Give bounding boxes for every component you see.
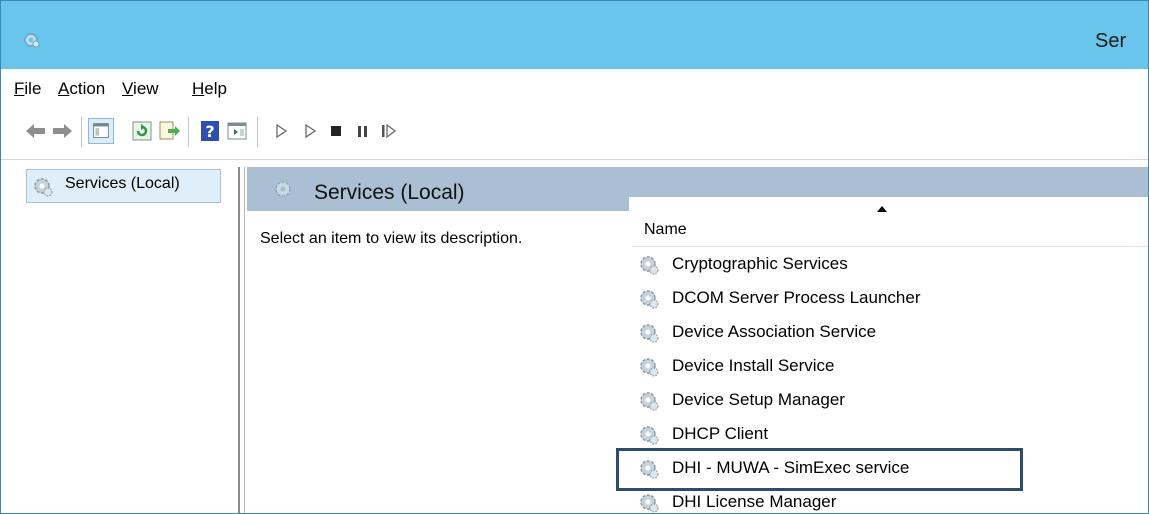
service-row[interactable]: Device Install Service <box>634 350 1144 384</box>
detail-title: Services (Local) <box>314 181 465 204</box>
service-name: Device Install Service <box>672 356 835 375</box>
service-row[interactable]: Cryptographic Services <box>634 248 1144 282</box>
column-header-name[interactable] <box>632 215 1148 247</box>
pane-divider <box>244 167 245 513</box>
help-icon[interactable]: ? <box>197 118 223 144</box>
service-name: Cryptographic Services <box>672 254 848 273</box>
service-row[interactable]: Device Setup Manager <box>634 384 1144 418</box>
refresh-icon[interactable] <box>129 118 155 144</box>
service-name: DHI License Manager <box>672 492 837 511</box>
properties-pane-icon[interactable] <box>224 118 250 144</box>
window-title: Ser <box>1095 30 1127 52</box>
service-gear-icon <box>640 256 659 275</box>
show-hide-console-tree-icon[interactable] <box>88 118 114 144</box>
menu-bar <box>1 69 1148 106</box>
services-gear-icon <box>34 178 53 197</box>
sort-ascending-icon <box>877 206 887 212</box>
pause-service-icon[interactable] <box>349 118 375 144</box>
toolbar-separator <box>188 117 189 147</box>
service-name: DHCP Client <box>672 424 769 443</box>
svg-text:?: ? <box>205 122 214 141</box>
pane-splitter[interactable] <box>238 167 240 513</box>
description-prompt: Select an item to view its description. <box>260 230 523 247</box>
services-gear-icon <box>275 181 291 197</box>
back-icon[interactable] <box>23 118 49 144</box>
service-row[interactable]: DHCP Client <box>634 418 1144 452</box>
menu-action[interactable]: Action <box>58 79 105 99</box>
menu-view[interactable]: View <box>122 79 159 99</box>
services-gear-icon <box>24 33 40 48</box>
service-gear-icon <box>640 324 659 343</box>
menu-file[interactable]: File <box>14 79 41 99</box>
service-gear-icon <box>640 494 659 513</box>
service-row[interactable]: Device Association Service <box>634 316 1144 350</box>
service-name: Device Setup Manager <box>672 390 845 409</box>
service-name: DCOM Server Process Launcher <box>672 288 921 307</box>
export-list-icon[interactable] <box>156 118 182 144</box>
start-service-alt-icon[interactable] <box>297 118 323 144</box>
resume-service-icon[interactable] <box>375 118 401 144</box>
service-name: Device Association Service <box>672 322 877 341</box>
tree-item-label: Services (Local) <box>65 175 180 192</box>
toolbar-separator <box>257 117 258 147</box>
stop-service-icon[interactable] <box>323 118 349 144</box>
start-service-icon[interactable] <box>268 118 294 144</box>
console-tree <box>1 167 237 513</box>
column-header-label: Name <box>644 221 687 238</box>
menu-help[interactable]: Help <box>192 79 227 99</box>
service-gear-icon <box>640 358 659 377</box>
forward-icon[interactable] <box>49 118 75 144</box>
title-bar[interactable] <box>1 1 1148 69</box>
service-gear-icon <box>640 426 659 445</box>
service-gear-icon <box>640 392 659 411</box>
services-window: Ser File Action View Help ? Services (Lo… <box>0 0 1149 514</box>
highlight-box <box>616 448 1023 491</box>
service-row[interactable]: DCOM Server Process Launcher <box>634 282 1144 316</box>
service-gear-icon <box>640 290 659 309</box>
toolbar-separator <box>81 117 82 147</box>
